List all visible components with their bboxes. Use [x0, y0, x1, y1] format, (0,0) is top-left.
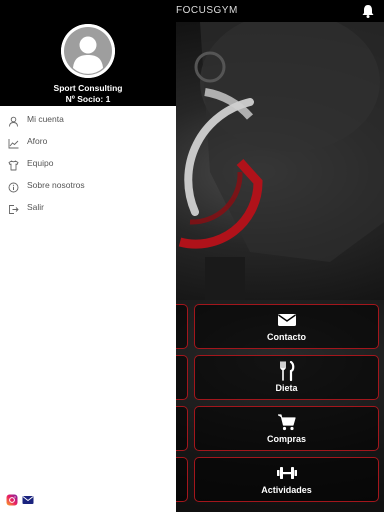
info-icon	[8, 180, 19, 192]
social-links	[6, 493, 34, 506]
logout-icon	[8, 202, 19, 214]
tile-actividades[interactable]: Actividades	[194, 457, 379, 502]
cutlery-icon	[276, 360, 298, 382]
tile-label: Actividades	[261, 485, 312, 495]
tile-label: Compras	[266, 434, 306, 444]
app-title: FOCUSGYM	[176, 5, 238, 16]
menu-label: Equipo	[27, 158, 54, 168]
dumbbell-icon	[276, 463, 298, 483]
user-name: Sport Consulting	[53, 83, 123, 93]
app-screen: FOCUSGYM Contacto Dieta Compras Activida…	[0, 0, 384, 512]
bell-icon[interactable]	[360, 3, 376, 19]
drawer-menu: Mi cuenta Aforo Equipo Sobre nosotros Sa…	[0, 108, 176, 218]
member-number: Nº Socio: 1	[65, 94, 111, 104]
mail-icon[interactable]	[22, 493, 34, 505]
menu-label: Sobre nosotros	[27, 180, 85, 190]
tile-compras[interactable]: Compras	[194, 406, 379, 451]
chart-icon	[8, 136, 19, 148]
menu-label: Salir	[27, 202, 45, 212]
user-icon	[8, 114, 19, 127]
cart-icon	[276, 412, 298, 432]
menu-item-salir[interactable]: Salir	[0, 196, 176, 218]
tile-label: Dieta	[275, 383, 298, 393]
navigation-drawer: Sport Consulting Nº Socio: 1 Mi cuenta A…	[0, 0, 176, 512]
menu-item-equipo[interactable]: Equipo	[0, 152, 176, 174]
menu-label: Aforo	[27, 136, 48, 146]
menu-label: Mi cuenta	[27, 114, 64, 124]
menu-item-mi-cuenta[interactable]: Mi cuenta	[0, 108, 176, 130]
tile-label: Contacto	[267, 332, 306, 342]
shirt-icon	[8, 158, 19, 170]
drawer-header: Sport Consulting Nº Socio: 1	[0, 0, 176, 106]
tile-contacto[interactable]: Contacto	[194, 304, 379, 349]
menu-item-sobre-nosotros[interactable]: Sobre nosotros	[0, 174, 176, 196]
avatar[interactable]	[61, 24, 115, 78]
envelope-icon	[276, 310, 298, 330]
menu-item-aforo[interactable]: Aforo	[0, 130, 176, 152]
tile-dieta[interactable]: Dieta	[194, 355, 379, 400]
instagram-icon[interactable]	[6, 493, 18, 506]
